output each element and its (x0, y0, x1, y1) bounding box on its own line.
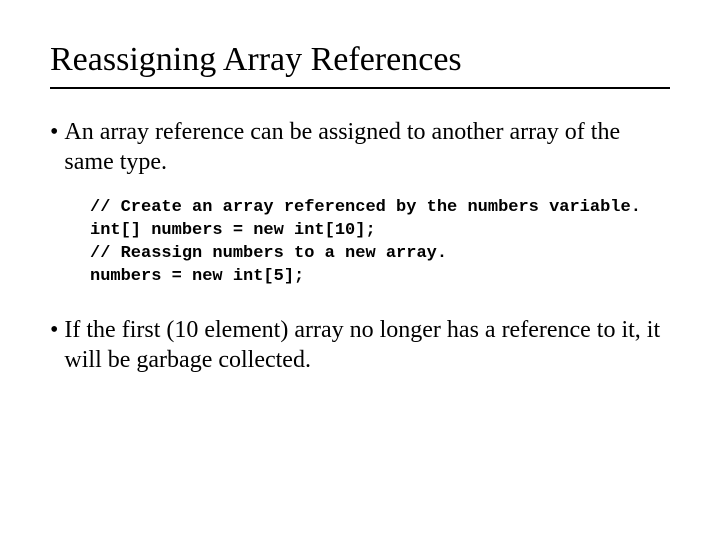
slide-title: Reassigning Array References (50, 40, 670, 81)
bullet-item: • An array reference can be assigned to … (50, 117, 670, 177)
bullet-text: If the first (10 element) array no longe… (64, 315, 670, 375)
slide-body: • An array reference can be assigned to … (50, 117, 670, 375)
bullet-item: • If the first (10 element) array no lon… (50, 315, 670, 375)
slide: Reassigning Array References • An array … (0, 0, 720, 540)
bullet-marker: • (50, 117, 64, 177)
code-block: // Create an array referenced by the num… (90, 197, 670, 289)
title-divider (50, 87, 670, 89)
bullet-marker: • (50, 315, 64, 375)
bullet-text: An array reference can be assigned to an… (64, 117, 670, 177)
